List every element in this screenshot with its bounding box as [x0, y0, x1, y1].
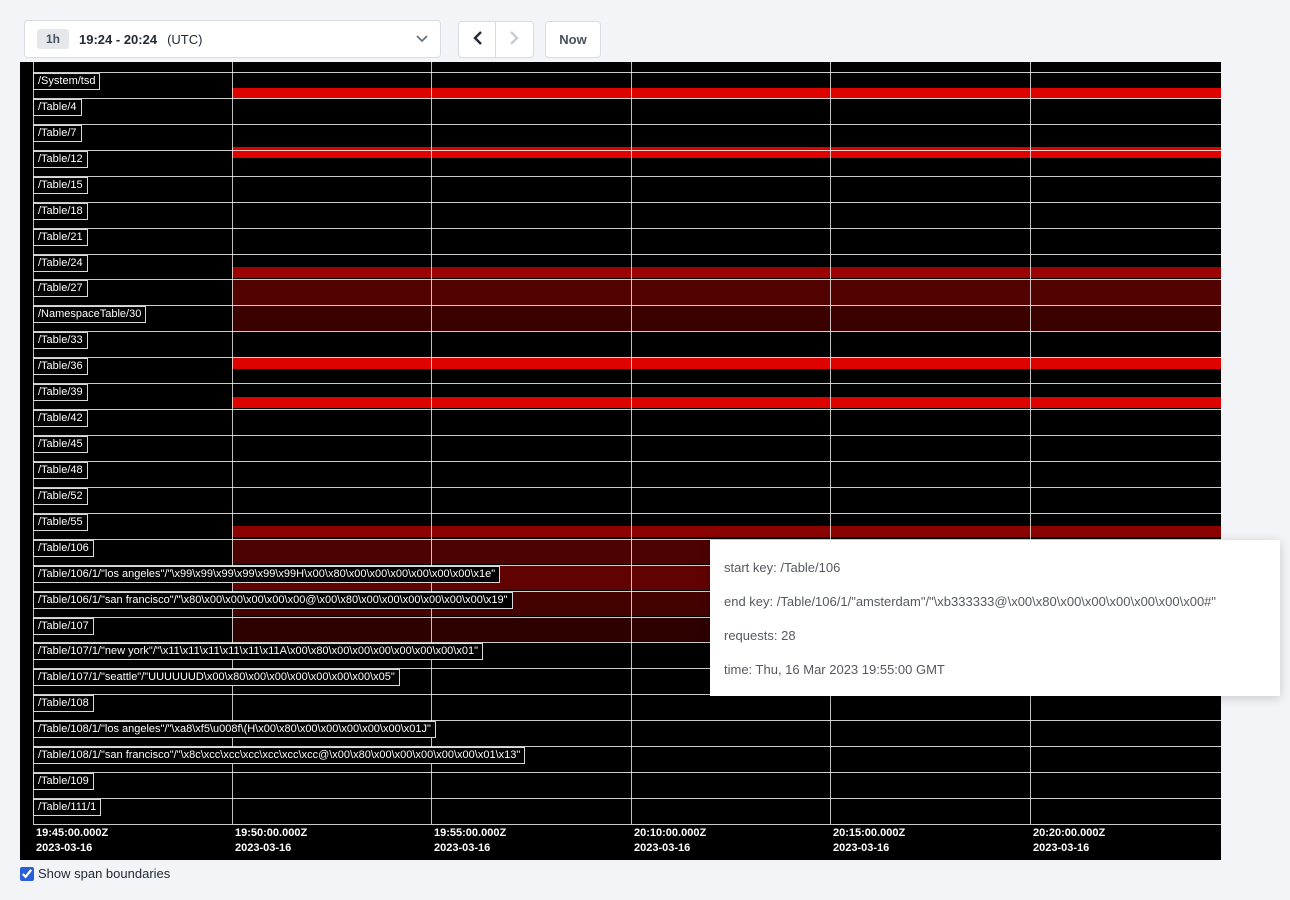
span-key-label: /Table/106/1/"los angeles"/"\x99\x99\x99…	[33, 566, 500, 583]
span-key-label: /Table/107	[33, 618, 94, 635]
span-hover-tooltip: start key: /Table/106 end key: /Table/10…	[710, 540, 1280, 696]
span-boundary-line	[33, 409, 1221, 410]
tooltip-start-key: start key: /Table/106	[710, 550, 1280, 584]
span-boundary-line	[33, 772, 1221, 773]
heat-band	[232, 280, 1221, 305]
show-span-boundaries-label: Show span boundaries	[38, 866, 170, 881]
heat-band	[232, 358, 1221, 369]
span-boundary-line	[33, 383, 1221, 384]
span-boundary-line	[33, 124, 1221, 125]
span-boundary-line	[33, 487, 1221, 488]
tooltip-end-key: end key: /Table/106/1/"amsterdam"/"\xb33…	[710, 584, 1280, 618]
span-key-label: /Table/107/1/"new york"/"\x11\x11\x11\x1…	[33, 643, 483, 660]
span-key-label: /Table/108/1/"san francisco"/"\x8c\xcc\x…	[33, 747, 525, 764]
x-axis-tick-label: 20:10:00.000Z2023-03-16	[634, 826, 706, 856]
heat-band	[232, 147, 1221, 158]
span-key-label: /Table/109	[33, 773, 94, 790]
span-key-label: /Table/4	[33, 99, 82, 116]
span-key-label: /Table/39	[33, 384, 88, 401]
span-key-label: /Table/27	[33, 280, 88, 297]
span-key-label: /Table/45	[33, 436, 88, 453]
span-key-label: /Table/18	[33, 203, 88, 220]
span-key-label: /Table/108/1/"los angeles"/"\xa8\xf5\u00…	[33, 721, 436, 738]
span-key-label: /Table/7	[33, 125, 82, 142]
span-boundary-line	[33, 254, 1221, 255]
time-range-selector[interactable]: 1h 19:24 - 20:24 (UTC)	[24, 20, 441, 58]
span-boundary-line	[33, 228, 1221, 229]
span-boundary-line	[33, 150, 1221, 151]
heat-band	[232, 88, 1221, 98]
span-boundary-line	[33, 357, 1221, 358]
x-axis-tick-label: 19:55:00.000Z2023-03-16	[434, 826, 506, 856]
chevron-right-icon	[510, 31, 519, 48]
span-key-label: /System/tsd	[33, 73, 100, 90]
span-key-label: /Table/36	[33, 358, 88, 375]
span-boundary-line	[33, 435, 1221, 436]
time-nav-group	[458, 21, 534, 58]
heat-band	[232, 267, 1221, 278]
chevron-down-icon	[416, 35, 428, 43]
time-range-text: 19:24 - 20:24	[79, 32, 157, 47]
span-boundary-line	[33, 98, 1221, 99]
span-boundary-line	[33, 176, 1221, 177]
span-key-label: /Table/42	[33, 410, 88, 427]
show-span-boundaries-checkbox[interactable]	[20, 867, 34, 881]
span-boundary-line	[33, 513, 1221, 514]
span-boundary-line	[33, 305, 1221, 306]
span-boundary-line	[33, 279, 1221, 280]
span-key-label: /Table/48	[33, 462, 88, 479]
prev-time-button[interactable]	[458, 21, 496, 58]
span-boundary-line	[33, 798, 1221, 799]
tooltip-time: time: Thu, 16 Mar 2023 19:55:00 GMT	[710, 652, 1280, 686]
chevron-left-icon	[473, 31, 482, 48]
span-boundary-line	[33, 202, 1221, 203]
show-span-boundaries-control[interactable]: Show span boundaries	[20, 866, 170, 881]
heat-band	[232, 526, 1221, 537]
key-visualizer-canvas[interactable]: 19:45:00.000Z2023-03-16 19:50:00.000Z2023…	[20, 62, 1221, 860]
next-time-button[interactable]	[496, 21, 534, 58]
span-key-label: /Table/111/1	[33, 799, 101, 816]
span-key-label: /Table/106/1/"san francisco"/"\x80\x00\x…	[33, 592, 513, 609]
x-axis-tick-label: 19:50:00.000Z2023-03-16	[235, 826, 307, 856]
span-key-label: /NamespaceTable/30	[33, 306, 146, 323]
span-boundary-line	[33, 824, 1221, 825]
heat-band	[232, 306, 1221, 331]
span-key-label: /Table/108	[33, 695, 94, 712]
span-key-label: /Table/52	[33, 488, 88, 505]
key-visualizer-page: 1h 19:24 - 20:24 (UTC) Now 19:45:00.000Z…	[0, 0, 1290, 900]
x-axis-tick-label: 20:15:00.000Z2023-03-16	[833, 826, 905, 856]
span-key-label: /Table/24	[33, 255, 88, 272]
span-key-label: /Table/15	[33, 177, 88, 194]
span-boundary-line	[33, 72, 1221, 73]
span-boundary-line	[33, 461, 1221, 462]
duration-badge: 1h	[37, 29, 69, 49]
span-key-label: /Table/107/1/"seattle"/"UUUUUUD\x00\x80\…	[33, 669, 400, 686]
span-key-label: /Table/21	[33, 229, 88, 246]
x-axis-tick-label: 19:45:00.000Z2023-03-16	[36, 826, 108, 856]
span-key-label: /Table/106	[33, 540, 94, 557]
span-key-label: /Table/12	[33, 151, 88, 168]
span-key-label: /Table/55	[33, 514, 88, 531]
span-key-label: /Table/33	[33, 332, 88, 349]
timezone-text: (UTC)	[167, 32, 202, 47]
now-button[interactable]: Now	[545, 21, 601, 58]
span-boundary-line	[33, 331, 1221, 332]
heat-band	[232, 397, 1221, 408]
x-axis-tick-label: 20:20:00.000Z2023-03-16	[1033, 826, 1105, 856]
tooltip-requests: requests: 28	[710, 618, 1280, 652]
